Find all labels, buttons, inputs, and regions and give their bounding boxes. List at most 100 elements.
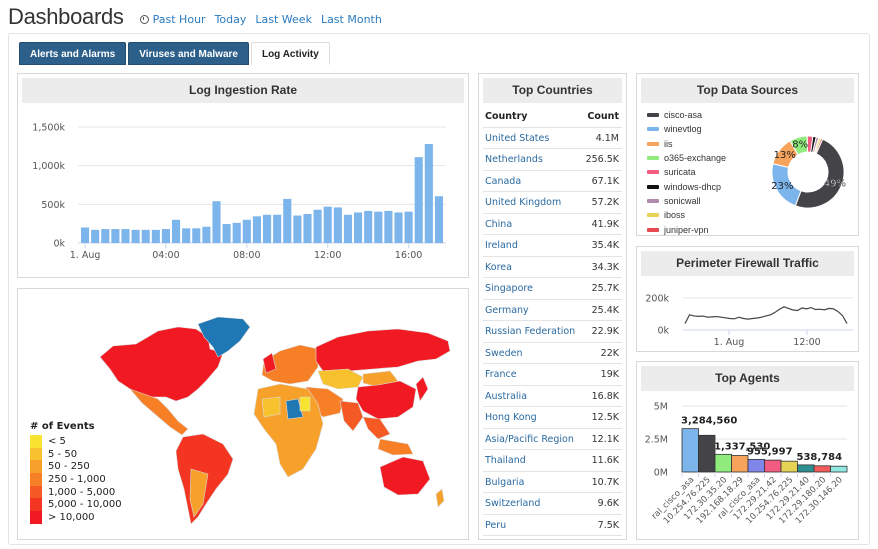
region-japan[interactable] (415, 376, 429, 402)
tab-log-activity[interactable]: Log Activity (250, 42, 330, 65)
column-header-country[interactable]: Country (485, 106, 527, 127)
bar[interactable] (313, 209, 322, 243)
agent-bar[interactable] (813, 465, 831, 473)
country-count: 10.7K (591, 476, 619, 488)
bar[interactable] (141, 229, 150, 243)
agent-bar[interactable] (797, 464, 815, 473)
agent-bar[interactable] (780, 460, 798, 473)
bar[interactable] (323, 206, 332, 243)
country-count: 25.7K (591, 283, 619, 294)
region-sudan[interactable] (299, 396, 311, 412)
agent-bar[interactable] (830, 465, 848, 473)
bar[interactable] (293, 215, 302, 243)
agent-bar[interactable] (731, 455, 749, 473)
country-link[interactable]: United States (485, 128, 549, 149)
map-legend-item: < 5 (30, 435, 122, 448)
country-link[interactable]: Asia/Pacific Region (485, 429, 574, 450)
table-row: China 41.9K (483, 214, 622, 235)
bar[interactable] (283, 198, 292, 243)
region-central-asia[interactable] (317, 368, 364, 390)
bar[interactable] (172, 219, 181, 243)
bar[interactable] (182, 228, 191, 243)
bar[interactable] (343, 214, 352, 243)
bar[interactable] (354, 212, 363, 243)
bar[interactable] (111, 229, 120, 243)
bar[interactable] (364, 210, 373, 243)
table-row: United Kingdom 57.2K (483, 192, 622, 214)
country-link[interactable]: Hong Kong (485, 407, 537, 428)
tab-viruses-and-malware[interactable]: Viruses and Malware (128, 42, 249, 65)
bar[interactable] (242, 219, 251, 243)
column-header-count[interactable]: Count (587, 106, 619, 127)
agent-bar[interactable] (764, 459, 782, 473)
time-link-last-week[interactable]: Last Week (255, 13, 312, 26)
country-link[interactable]: Germany (485, 300, 529, 321)
agent-bar[interactable] (681, 428, 699, 473)
bar[interactable] (303, 214, 312, 243)
agent-bar[interactable] (698, 434, 716, 473)
log-ingestion-chart: 0k 500k 1,000k 1,500k 1. Aug 04:00 08:00 12:00 1… (32, 123, 446, 261)
bar[interactable] (222, 224, 231, 243)
bar[interactable] (404, 211, 413, 243)
bar[interactable] (333, 207, 342, 243)
region-russia[interactable] (315, 328, 451, 372)
traffic-line[interactable] (684, 306, 848, 324)
region-australia[interactable] (379, 456, 431, 496)
legend-swatch (30, 511, 42, 524)
bar[interactable] (81, 227, 90, 243)
tab-alerts-and-alarms[interactable]: Alerts and Alarms (19, 42, 127, 65)
slice-label: 13% (774, 150, 796, 161)
time-link-last-month[interactable]: Last Month (321, 13, 382, 26)
country-link[interactable]: Russian Federation (485, 321, 575, 342)
bar[interactable] (161, 229, 170, 243)
bar[interactable] (273, 214, 282, 243)
country-link[interactable]: Korea (485, 257, 512, 278)
bar[interactable] (424, 144, 433, 243)
bar[interactable] (212, 201, 221, 243)
country-link[interactable]: Canada (485, 171, 521, 192)
country-link[interactable]: Peru (485, 515, 506, 536)
region-africa[interactable] (253, 383, 324, 478)
region-north-america[interactable] (99, 326, 224, 402)
country-link[interactable]: Ireland (485, 235, 518, 256)
slice-label: 23% (771, 181, 793, 192)
bar[interactable] (101, 229, 110, 243)
country-link[interactable]: Sweden (485, 343, 523, 364)
bar[interactable] (414, 157, 423, 243)
bar[interactable] (151, 229, 160, 243)
bar[interactable] (202, 226, 211, 243)
country-link[interactable]: Australia (485, 386, 527, 407)
bar[interactable] (374, 211, 383, 243)
region-china[interactable] (355, 380, 417, 420)
country-link[interactable]: Thailand (485, 450, 526, 471)
map-legend-title: # of Events (30, 421, 95, 432)
time-link-today[interactable]: Today (215, 13, 247, 26)
country-link[interactable]: Singapore (485, 278, 533, 299)
bar[interactable] (394, 212, 403, 243)
data-label: 538,784 (797, 452, 843, 463)
bar[interactable] (263, 214, 272, 243)
country-link[interactable]: China (485, 214, 512, 235)
agent-bar[interactable] (747, 458, 765, 473)
bar[interactable] (384, 210, 393, 243)
country-link[interactable]: Netherlands (485, 149, 543, 170)
legend-swatch (30, 498, 42, 512)
country-link[interactable]: Bulgaria (485, 472, 524, 493)
bar[interactable] (252, 216, 261, 243)
country-link[interactable]: United Kingdom (485, 192, 561, 213)
bar[interactable] (434, 196, 443, 243)
bar[interactable] (91, 229, 100, 243)
region-new-zealand[interactable] (435, 488, 445, 508)
country-link[interactable]: France (485, 364, 517, 385)
region-indonesia[interactable] (377, 438, 414, 456)
bar[interactable] (121, 229, 130, 243)
region-west-africa[interactable] (261, 396, 281, 418)
bar[interactable] (131, 229, 140, 243)
region-southeast-asia[interactable] (362, 416, 391, 440)
time-link-past-hour[interactable]: Past Hour (153, 13, 206, 26)
country-link[interactable]: Switzerland (485, 493, 540, 514)
bar[interactable] (192, 228, 201, 243)
bar[interactable] (232, 222, 241, 243)
agent-bar[interactable] (714, 453, 732, 473)
slice-label: 8% (792, 140, 808, 151)
